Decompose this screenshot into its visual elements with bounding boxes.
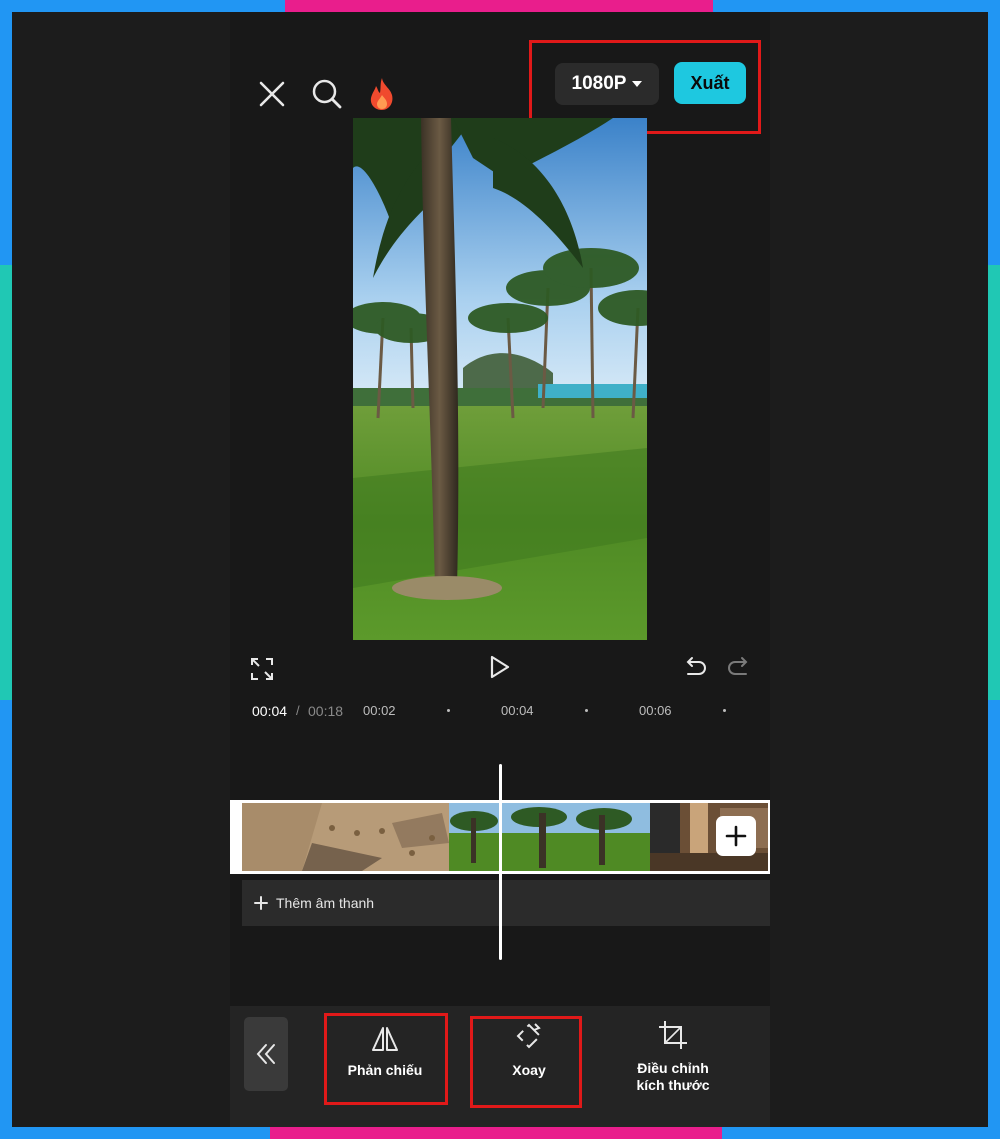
trending-button[interactable] <box>358 68 406 120</box>
sand-thumbnail <box>242 803 449 871</box>
timeline-ruler: 00:04 / 00:18 00:02 00:04 00:06 <box>230 695 770 725</box>
flame-icon <box>370 78 393 110</box>
undo-icon <box>686 657 706 675</box>
frame-left-teal <box>0 265 12 700</box>
crop-label: Điều chỉnh kích thước <box>636 1060 710 1093</box>
palm-tree-lawn-beach-photo <box>353 118 647 640</box>
crop-icon <box>659 1021 687 1049</box>
mirror-icon <box>372 1027 398 1051</box>
ruler-tick-label: 00:02 <box>363 703 396 718</box>
play-icon <box>490 655 510 679</box>
plus-icon <box>254 896 268 910</box>
resolution-label: 1080P <box>571 73 627 94</box>
frame-top-pink <box>285 0 713 12</box>
close-button[interactable] <box>248 68 296 120</box>
ruler-dot <box>447 709 450 712</box>
mirror-label: Phản chiếu <box>347 1062 423 1078</box>
video-editor: 1080P Xuất 00:04 / 00:18 00:02 00:04 00:… <box>230 12 770 1127</box>
chevron-down-icon <box>632 81 643 87</box>
time-separator: / <box>296 703 300 718</box>
undo-button[interactable] <box>680 651 712 683</box>
collapse-button[interactable] <box>244 1017 288 1091</box>
edit-toolbar: Phản chiếu Xoay Điều chỉnh kích thước <box>230 1006 770 1127</box>
fullscreen-button[interactable] <box>244 651 280 687</box>
ruler-dot <box>723 709 726 712</box>
plus-icon <box>725 825 747 847</box>
ruler-tick-label: 00:04 <box>501 703 534 718</box>
rotate-tool[interactable]: Xoay <box>464 1014 594 1094</box>
total-time: 00:18 <box>308 703 344 719</box>
add-audio-label: Thêm âm thanh <box>276 895 375 911</box>
ruler-dot <box>585 709 588 712</box>
redo-icon <box>728 657 748 675</box>
add-audio-button[interactable]: Thêm âm thanh <box>242 880 770 926</box>
palm-trees-clip[interactable] <box>449 803 650 871</box>
close-icon <box>259 81 285 107</box>
palm-thumbnail <box>449 803 650 871</box>
ruler-tick-label: 00:06 <box>639 703 672 718</box>
current-time: 00:04 <box>252 703 288 719</box>
crop-tool[interactable]: Điều chỉnh kích thước <box>608 1014 738 1094</box>
export-button[interactable]: Xuất <box>674 62 746 104</box>
fullscreen-icon <box>251 658 273 680</box>
rotate-label: Xoay <box>512 1062 546 1078</box>
sand-footprints-clip[interactable] <box>242 803 449 871</box>
double-chevron-left-icon <box>256 1044 275 1064</box>
frame-right-teal <box>988 265 1000 700</box>
redo-button[interactable] <box>722 651 754 683</box>
add-clip-button[interactable] <box>716 816 756 856</box>
rotate-icon <box>516 1023 542 1049</box>
search-button[interactable] <box>303 68 351 120</box>
search-icon <box>312 79 342 109</box>
video-preview[interactable] <box>353 118 647 640</box>
mirror-tool[interactable]: Phản chiếu <box>320 1014 450 1094</box>
frame-bottom-pink <box>270 1127 722 1139</box>
play-button[interactable] <box>482 649 518 685</box>
resolution-dropdown[interactable]: 1080P <box>555 63 659 105</box>
playhead[interactable] <box>499 764 502 960</box>
